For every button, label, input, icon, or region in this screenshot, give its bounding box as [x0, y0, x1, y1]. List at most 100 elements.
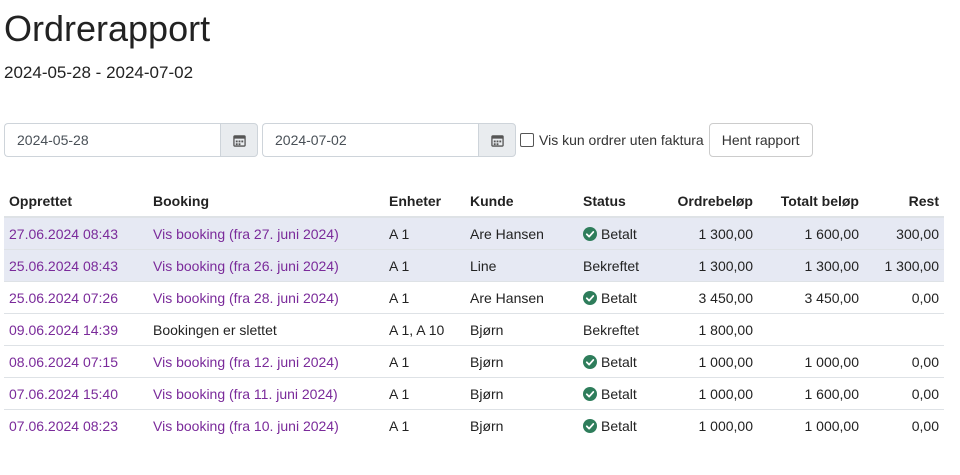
- rest-cell: 0,00: [864, 281, 944, 314]
- order-amount-cell: 1 000,00: [660, 409, 758, 441]
- created-link[interactable]: 25.06.2024 07:26: [4, 281, 148, 314]
- total-amount-cell: 1 000,00: [758, 345, 864, 378]
- units-cell: A 1: [384, 216, 465, 250]
- check-circle-icon: [583, 418, 597, 433]
- only-without-invoice-label[interactable]: Vis kun ordrer uten faktura: [539, 132, 704, 148]
- created-link[interactable]: 09.06.2024 14:39: [4, 313, 148, 346]
- status-cell: Bekreftet: [578, 313, 660, 346]
- booking-deleted-text: Bookingen er slettet: [148, 313, 384, 346]
- created-link[interactable]: 07.06.2024 08:23: [4, 409, 148, 441]
- status-text: Bekreftet: [583, 321, 640, 338]
- header-order-amount[interactable]: Ordrebeløp: [660, 185, 758, 218]
- customer-cell: Bjørn: [465, 313, 578, 346]
- from-date-group: [4, 123, 258, 157]
- calendar-icon: [490, 134, 504, 147]
- status-text: Betalt: [601, 289, 637, 306]
- fetch-report-button[interactable]: Hent rapport: [708, 123, 813, 157]
- header-rest[interactable]: Rest: [864, 185, 944, 218]
- total-amount-cell: 1 600,00: [758, 216, 864, 250]
- header-units[interactable]: Enheter: [384, 185, 465, 218]
- created-link[interactable]: 27.06.2024 08:43: [4, 216, 148, 250]
- header-created[interactable]: Opprettet: [4, 185, 148, 218]
- total-amount-cell: 1 600,00: [758, 377, 864, 410]
- units-cell: A 1, A 10: [384, 313, 465, 346]
- rest-cell: [864, 313, 944, 346]
- status-text: Bekreftet: [583, 257, 640, 274]
- booking-link[interactable]: Vis booking (fra 28. juni 2024): [148, 281, 384, 314]
- only-without-invoice-checkbox[interactable]: [520, 133, 534, 147]
- from-date-calendar-button[interactable]: [220, 123, 258, 157]
- order-amount-cell: 1 000,00: [660, 345, 758, 378]
- order-amount-cell: 3 450,00: [660, 281, 758, 314]
- status-cell: Betalt: [578, 345, 660, 378]
- booking-link[interactable]: Vis booking (fra 12. juni 2024): [148, 345, 384, 378]
- total-amount-cell: [758, 313, 864, 346]
- to-date-input[interactable]: [262, 123, 478, 157]
- order-report-table: Opprettet Booking Enheter Kunde Status O…: [4, 185, 944, 441]
- booking-link[interactable]: Vis booking (fra 11. juni 2024): [148, 377, 384, 410]
- header-total-amount[interactable]: Totalt beløp: [758, 185, 864, 218]
- filter-bar: Vis kun ordrer uten faktura Hent rapport: [4, 123, 813, 157]
- total-amount-cell: 3 450,00: [758, 281, 864, 314]
- table-row: 09.06.2024 14:39 Bookingen er slettet A …: [4, 313, 944, 346]
- status-cell: Betalt: [578, 216, 660, 250]
- check-circle-icon: [583, 226, 597, 241]
- units-cell: A 1: [384, 409, 465, 441]
- status-text: Betalt: [601, 353, 637, 370]
- created-link[interactable]: 25.06.2024 08:43: [4, 249, 148, 282]
- status-text: Betalt: [601, 225, 637, 242]
- status-cell: Betalt: [578, 281, 660, 314]
- rest-cell: 0,00: [864, 377, 944, 410]
- rest-cell: 0,00: [864, 409, 944, 441]
- customer-cell: Are Hansen: [465, 281, 578, 314]
- units-cell: A 1: [384, 249, 465, 282]
- units-cell: A 1: [384, 345, 465, 378]
- table-row: 07.06.2024 08:23 Vis booking (fra 10. ju…: [4, 409, 944, 441]
- table-row: 27.06.2024 08:43 Vis booking (fra 27. ju…: [4, 216, 944, 250]
- report-date-range: 2024-05-28 - 2024-07-02: [4, 63, 194, 82]
- table-row: 25.06.2024 08:43 Vis booking (fra 26. ju…: [4, 249, 944, 282]
- status-text: Betalt: [601, 385, 637, 402]
- only-without-invoice-option[interactable]: Vis kun ordrer uten faktura: [520, 123, 704, 157]
- booking-link[interactable]: Vis booking (fra 27. juni 2024): [148, 216, 384, 250]
- customer-cell: Line: [465, 249, 578, 282]
- order-amount-cell: 1 300,00: [660, 249, 758, 282]
- total-amount-cell: 1 000,00: [758, 409, 864, 441]
- rest-cell: 1 300,00: [864, 249, 944, 282]
- check-circle-icon: [583, 386, 597, 401]
- page-title: Ordrerapport: [4, 8, 211, 49]
- created-link[interactable]: 07.06.2024 15:40: [4, 377, 148, 410]
- table-row: 08.06.2024 07:15 Vis booking (fra 12. ju…: [4, 345, 944, 378]
- order-amount-cell: 1 300,00: [660, 216, 758, 250]
- header-booking[interactable]: Booking: [148, 185, 384, 218]
- total-amount-cell: 1 300,00: [758, 249, 864, 282]
- order-amount-cell: 1 000,00: [660, 377, 758, 410]
- units-cell: A 1: [384, 281, 465, 314]
- check-circle-icon: [583, 290, 597, 305]
- from-date-input[interactable]: [4, 123, 220, 157]
- status-text: Betalt: [601, 417, 637, 434]
- order-amount-cell: 1 800,00: [660, 313, 758, 346]
- check-circle-icon: [583, 354, 597, 369]
- customer-cell: Are Hansen: [465, 216, 578, 250]
- table-header-row: Opprettet Booking Enheter Kunde Status O…: [4, 185, 944, 218]
- units-cell: A 1: [384, 377, 465, 410]
- rest-cell: 0,00: [864, 345, 944, 378]
- status-cell: Betalt: [578, 409, 660, 441]
- customer-cell: Bjørn: [465, 345, 578, 378]
- created-link[interactable]: 08.06.2024 07:15: [4, 345, 148, 378]
- rest-cell: 300,00: [864, 216, 944, 250]
- status-cell: Betalt: [578, 377, 660, 410]
- customer-cell: Bjørn: [465, 409, 578, 441]
- customer-cell: Bjørn: [465, 377, 578, 410]
- table-row: 07.06.2024 15:40 Vis booking (fra 11. ju…: [4, 377, 944, 410]
- header-customer[interactable]: Kunde: [465, 185, 578, 218]
- header-status[interactable]: Status: [578, 185, 660, 218]
- calendar-icon: [232, 134, 246, 147]
- to-date-calendar-button[interactable]: [478, 123, 516, 157]
- status-cell: Bekreftet: [578, 249, 660, 282]
- booking-link[interactable]: Vis booking (fra 10. juni 2024): [148, 409, 384, 441]
- booking-link[interactable]: Vis booking (fra 26. juni 2024): [148, 249, 384, 282]
- table-row: 25.06.2024 07:26 Vis booking (fra 28. ju…: [4, 281, 944, 314]
- to-date-group: [262, 123, 516, 157]
